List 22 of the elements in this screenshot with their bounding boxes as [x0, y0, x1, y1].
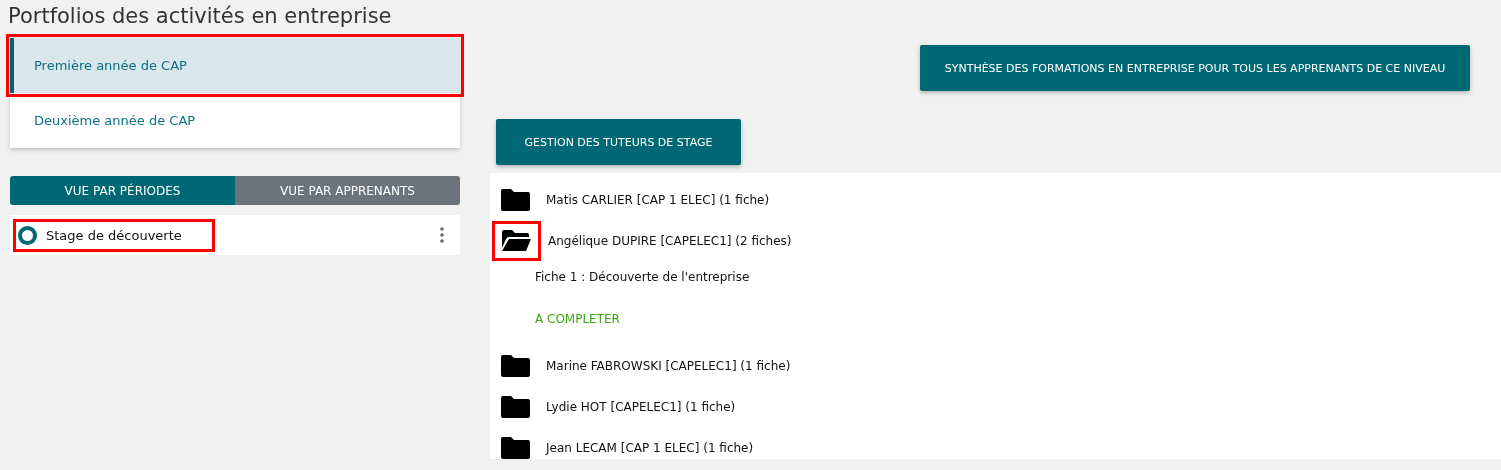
- period-row[interactable]: Stage de découverte: [10, 215, 460, 255]
- student-name[interactable]: Marine FABROWSKI [CAPELEC1] (1 fiche): [546, 358, 791, 373]
- more-options-icon[interactable]: [440, 227, 444, 243]
- page-title: Portfolios des activités en entreprise: [7, 3, 393, 30]
- student-name[interactable]: Matis CARLIER [CAP 1 ELEC] (1 fiche): [546, 192, 770, 207]
- period-name: Stage de découverte: [46, 227, 182, 243]
- student-name[interactable]: Lydie HOT [CAPELEC1] (1 fiche): [546, 399, 736, 414]
- folder-icon[interactable]: [501, 188, 530, 211]
- level-item[interactable]: Deuxième année de CAP: [10, 93, 460, 148]
- open-folder-icon[interactable]: [501, 229, 532, 252]
- tutors-button[interactable]: GESTION DES TUTEURS DE STAGE: [496, 119, 741, 165]
- form-title[interactable]: Fiche 1 : Découverte de l'entreprise: [535, 261, 1501, 293]
- student-name[interactable]: Jean LECAM [CAP 1 ELEC] (1 fiche): [546, 440, 754, 455]
- student-name[interactable]: Angélique DUPIRE [CAPELEC1] (2 fiches): [548, 233, 792, 248]
- summary-button[interactable]: SYNTHÈSE DES FORMATIONS EN ENTREPRISE POUR TOUS LES APPRENANTS DE CE NIVEAU: [920, 45, 1470, 91]
- folder-icon[interactable]: [501, 436, 530, 459]
- view-tab[interactable]: VUE PAR APPRENANTS: [235, 176, 460, 205]
- folder-icon[interactable]: [501, 354, 530, 377]
- form-status: A COMPLETER: [535, 311, 621, 328]
- folder-icon[interactable]: [501, 395, 530, 418]
- radio-button[interactable]: [18, 225, 37, 245]
- view-tab[interactable]: VUE PAR PÉRIODES: [10, 176, 235, 205]
